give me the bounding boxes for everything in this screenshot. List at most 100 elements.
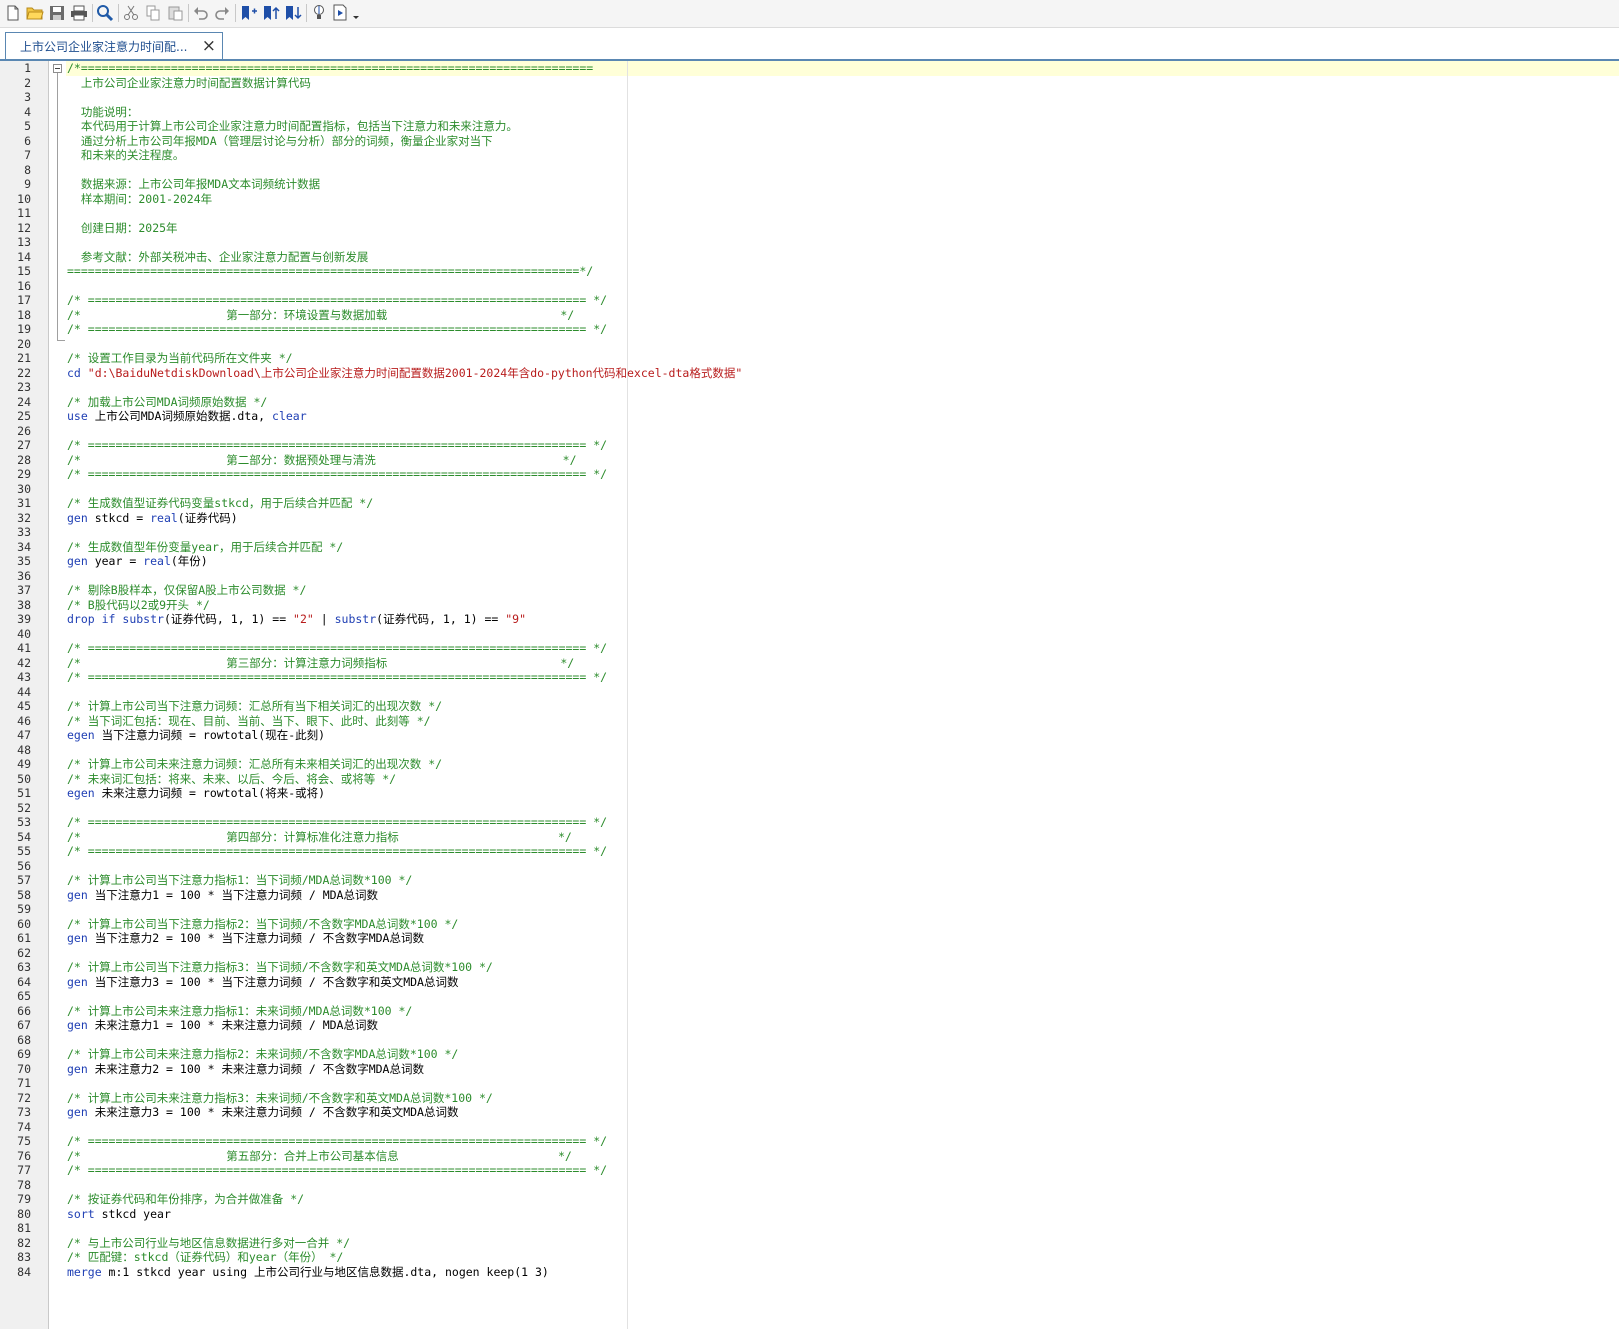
paste-icon[interactable] bbox=[164, 2, 186, 24]
code-line[interactable]: 4 功能说明： bbox=[0, 105, 1619, 120]
code-line[interactable]: 76 /* 第五部分：合并上市公司基本信息 */ bbox=[0, 1149, 1619, 1164]
code-line[interactable]: 55 /* ===================================… bbox=[0, 844, 1619, 859]
save-icon[interactable] bbox=[46, 2, 68, 24]
code-line[interactable]: 75 /* ===================================… bbox=[0, 1134, 1619, 1149]
code-line[interactable]: 32 gen stkcd = real(证券代码) bbox=[0, 511, 1619, 526]
code-line[interactable]: 43 /* ===================================… bbox=[0, 670, 1619, 685]
code-line[interactable]: 39 drop if substr(证券代码, 1, 1) == "2" | su… bbox=[0, 612, 1619, 627]
code-line[interactable]: 54 /* 第四部分：计算标准化注意力指标 */ bbox=[0, 830, 1619, 845]
code-line[interactable]: 53 /* ===================================… bbox=[0, 815, 1619, 830]
code-line[interactable]: 45 /* 计算上市公司当下注意力词频：汇总所有当下相关词汇的出现次数 */ bbox=[0, 699, 1619, 714]
code-line[interactable]: 18 /* 第一部分：环境设置与数据加载 */ bbox=[0, 308, 1619, 323]
code-line[interactable]: 59 bbox=[0, 902, 1619, 917]
code-line[interactable]: 64 gen 当下注意力3 = 100 * 当下注意力词频 / 不含数字和英文MD… bbox=[0, 975, 1619, 990]
code-line[interactable]: 69 /* 计算上市公司未来注意力指标2：未来词频/不含数字MDA总词数*100 … bbox=[0, 1047, 1619, 1062]
code-line[interactable]: 12 创建日期：2025年 bbox=[0, 221, 1619, 236]
code-line[interactable]: 79 /* 按证券代码和年份排序，为合并做准备 */ bbox=[0, 1192, 1619, 1207]
code-line[interactable]: 9 数据来源：上市公司年报MDA文本词频统计数据 bbox=[0, 177, 1619, 192]
code-line[interactable]: 17 /* ===================================… bbox=[0, 293, 1619, 308]
code-line[interactable]: 84 merge m:1 stkcd year using 上市公司行业与地区信息… bbox=[0, 1265, 1619, 1280]
copy-icon[interactable] bbox=[142, 2, 164, 24]
execute-do-icon[interactable] bbox=[331, 2, 361, 24]
code-line[interactable]: 5 本代码用于计算上市公司企业家注意力时间配置指标，包括当下注意力和未来注意力。 bbox=[0, 119, 1619, 134]
code-line[interactable]: 63 /* 计算上市公司当下注意力指标3：当下词频/不含数字和英文MDA总词数*1… bbox=[0, 960, 1619, 975]
code-line[interactable]: 40 bbox=[0, 627, 1619, 642]
code-line[interactable]: 47 egen 当下注意力词频 = rowtotal(现在-此刻) bbox=[0, 728, 1619, 743]
code-line[interactable]: 14 参考文献：外部关税冲击、企业家注意力配置与创新发展 bbox=[0, 250, 1619, 265]
code-line[interactable]: 20 bbox=[0, 337, 1619, 352]
code-line[interactable]: 22 cd "d:\BaiduNetdiskDownload\上市公司企业家注意力… bbox=[0, 366, 1619, 381]
code-line[interactable]: 71 bbox=[0, 1076, 1619, 1091]
code-line[interactable]: 30 bbox=[0, 482, 1619, 497]
close-tab-icon[interactable]: × bbox=[202, 34, 216, 58]
code-line[interactable]: 62 bbox=[0, 946, 1619, 961]
code-line[interactable]: 31 /* 生成数值型证券代码变量stkcd，用于后续合并匹配 */ bbox=[0, 496, 1619, 511]
code-line[interactable]: 74 bbox=[0, 1120, 1619, 1135]
code-line[interactable]: 15 ======================================… bbox=[0, 264, 1619, 279]
code-line[interactable]: 52 bbox=[0, 801, 1619, 816]
find-icon[interactable] bbox=[94, 2, 116, 24]
code-line[interactable]: 33 bbox=[0, 525, 1619, 540]
next-bookmark-icon[interactable] bbox=[282, 2, 304, 24]
code-line[interactable]: 1 /*=====================================… bbox=[0, 61, 1619, 76]
code-line[interactable]: 28 /* 第二部分：数据预处理与清洗 */ bbox=[0, 453, 1619, 468]
code-line[interactable]: 60 /* 计算上市公司当下注意力指标2：当下词频/不含数字MDA总词数*100 … bbox=[0, 917, 1619, 932]
code-line[interactable]: 82 /* 与上市公司行业与地区信息数据进行多对一合并 */ bbox=[0, 1236, 1619, 1251]
code-line[interactable]: 6 通过分析上市公司年报MDA（管理层讨论与分析）部分的词频，衡量企业家对当下 bbox=[0, 134, 1619, 149]
code-line[interactable]: 80 sort stkcd year bbox=[0, 1207, 1619, 1222]
code-line[interactable]: 41 /* ===================================… bbox=[0, 641, 1619, 656]
code-line[interactable]: 11 bbox=[0, 206, 1619, 221]
code-line[interactable]: 19 /* ===================================… bbox=[0, 322, 1619, 337]
open-folder-icon[interactable] bbox=[24, 2, 46, 24]
tab-do-file[interactable]: 上市公司企业家注意力时间配... × bbox=[5, 32, 223, 59]
code-line[interactable]: 65 bbox=[0, 989, 1619, 1004]
code-line[interactable]: 38 /* B股代码以2或9开头 */ bbox=[0, 598, 1619, 613]
code-line[interactable]: 35 gen year = real(年份) bbox=[0, 554, 1619, 569]
code-line[interactable]: 73 gen 未来注意力3 = 100 * 未来注意力词频 / 不含数字和英文MD… bbox=[0, 1105, 1619, 1120]
code-line[interactable]: 49 /* 计算上市公司未来注意力词频：汇总所有未来相关词汇的出现次数 */ bbox=[0, 757, 1619, 772]
undo-icon[interactable] bbox=[190, 2, 212, 24]
code-line[interactable]: 50 /* 未来词汇包括：将来、未来、以后、今后、将会、或将等 */ bbox=[0, 772, 1619, 787]
previous-bookmark-icon[interactable] bbox=[260, 2, 282, 24]
code-line[interactable]: 7 和未来的关注程度。 bbox=[0, 148, 1619, 163]
code-line[interactable]: 34 /* 生成数值型年份变量year，用于后续合并匹配 */ bbox=[0, 540, 1619, 555]
code-line[interactable]: 57 /* 计算上市公司当下注意力指标1：当下词频/MDA总词数*100 */ bbox=[0, 873, 1619, 888]
code-line[interactable]: 26 bbox=[0, 424, 1619, 439]
code-line[interactable]: 25 use 上市公司MDA词频原始数据.dta, clear bbox=[0, 409, 1619, 424]
code-line[interactable]: 46 /* 当下词汇包括：现在、目前、当前、当下、眼下、此时、此刻等 */ bbox=[0, 714, 1619, 729]
new-file-icon[interactable] bbox=[2, 2, 24, 24]
code-line[interactable]: 3 bbox=[0, 90, 1619, 105]
code-line[interactable]: 78 bbox=[0, 1178, 1619, 1193]
code-line[interactable]: 36 bbox=[0, 569, 1619, 584]
code-line[interactable]: 68 bbox=[0, 1033, 1619, 1048]
code-line[interactable]: 8 bbox=[0, 163, 1619, 178]
code-line[interactable]: 58 gen 当下注意力1 = 100 * 当下注意力词频 / MDA总词数 bbox=[0, 888, 1619, 903]
code-line[interactable]: 42 /* 第三部分：计算注意力词频指标 */ bbox=[0, 656, 1619, 671]
code-line[interactable]: 67 gen 未来注意力1 = 100 * 未来注意力词频 / MDA总词数 bbox=[0, 1018, 1619, 1033]
code-line[interactable]: 23 bbox=[0, 380, 1619, 395]
code-line[interactable]: 13 bbox=[0, 235, 1619, 250]
toggle-bookmark-icon[interactable] bbox=[238, 2, 260, 24]
code-line[interactable]: 48 bbox=[0, 743, 1619, 758]
show-code-icon[interactable] bbox=[308, 2, 330, 24]
code-line[interactable]: 44 bbox=[0, 685, 1619, 700]
code-line[interactable]: 77 /* ===================================… bbox=[0, 1163, 1619, 1178]
cut-icon[interactable] bbox=[120, 2, 142, 24]
code-line[interactable]: 29 /* ===================================… bbox=[0, 467, 1619, 482]
code-line[interactable]: 72 /* 计算上市公司未来注意力指标3：未来词频/不含数字和英文MDA总词数*1… bbox=[0, 1091, 1619, 1106]
code-line[interactable]: 2 上市公司企业家注意力时间配置数据计算代码 bbox=[0, 76, 1619, 91]
print-icon[interactable] bbox=[68, 2, 90, 24]
code-line[interactable]: 10 样本期间：2001-2024年 bbox=[0, 192, 1619, 207]
code-line[interactable]: 24 /* 加载上市公司MDA词频原始数据 */ bbox=[0, 395, 1619, 410]
code-line[interactable]: 37 /* 剔除B股样本，仅保留A股上市公司数据 */ bbox=[0, 583, 1619, 598]
code-line[interactable]: 56 bbox=[0, 859, 1619, 874]
code-line[interactable]: 66 /* 计算上市公司未来注意力指标1：未来词频/MDA总词数*100 */ bbox=[0, 1004, 1619, 1019]
code-line[interactable]: 70 gen 未来注意力2 = 100 * 未来注意力词频 / 不含数字MDA总词… bbox=[0, 1062, 1619, 1077]
code-line[interactable]: 51 egen 未来注意力词频 = rowtotal(将来-或将) bbox=[0, 786, 1619, 801]
code-line[interactable]: 83 /* 匹配键：stkcd（证券代码）和year（年份） */ bbox=[0, 1250, 1619, 1265]
code-line[interactable]: 61 gen 当下注意力2 = 100 * 当下注意力词频 / 不含数字MDA总词… bbox=[0, 931, 1619, 946]
redo-icon[interactable] bbox=[211, 2, 233, 24]
code-line[interactable]: 81 bbox=[0, 1221, 1619, 1236]
code-line[interactable]: 21 /* 设置工作目录为当前代码所在文件夹 */ bbox=[0, 351, 1619, 366]
code-line[interactable]: 16 bbox=[0, 279, 1619, 294]
